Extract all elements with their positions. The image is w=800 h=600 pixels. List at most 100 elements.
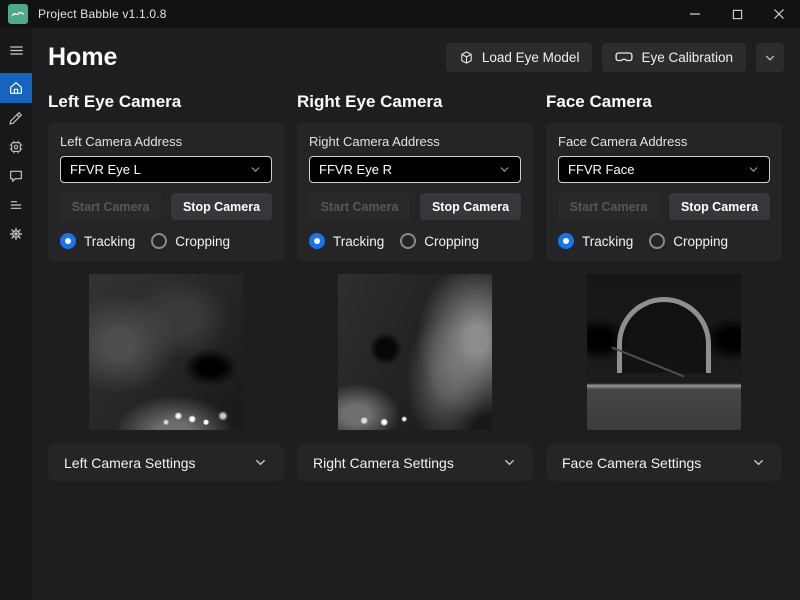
chevron-down-icon <box>498 163 511 176</box>
stop-camera-button[interactable]: Stop Camera <box>669 193 770 220</box>
right-eye-column: Right Eye Camera Right Camera Address FF… <box>297 86 533 481</box>
left-eye-camera-feed <box>89 274 243 430</box>
pencil-icon <box>8 110 24 126</box>
tracking-label: Tracking <box>333 234 384 249</box>
camera-columns: Left Eye Camera Left Camera Address FFVR… <box>48 86 784 481</box>
radio-unselected-icon <box>649 233 665 249</box>
chevron-down-icon <box>747 163 760 176</box>
hamburger-icon <box>8 42 25 59</box>
stop-camera-button[interactable]: Stop Camera <box>420 193 521 220</box>
minimize-icon <box>689 8 701 20</box>
sidebar-item-menu[interactable] <box>0 36 32 65</box>
start-camera-button[interactable]: Start Camera <box>558 193 659 220</box>
tracking-radio-option[interactable]: Tracking <box>558 233 633 249</box>
left-camera-settings-expander[interactable]: Left Camera Settings <box>48 444 284 481</box>
page-title: Home <box>48 43 117 72</box>
cropping-label: Cropping <box>673 234 728 249</box>
camera-address-value: FFVR Eye L <box>70 162 141 177</box>
tracking-label: Tracking <box>582 234 633 249</box>
main-content: Home Load Eye Model Eye Calibration <box>32 28 800 600</box>
list-icon <box>8 197 24 213</box>
cube-icon <box>459 50 474 65</box>
goggles-icon <box>615 50 633 65</box>
home-icon <box>8 80 24 96</box>
sidebar-item-feedback[interactable] <box>0 161 32 190</box>
load-eye-model-button[interactable]: Load Eye Model <box>446 43 593 72</box>
chevron-down-icon <box>763 51 777 65</box>
cropping-label: Cropping <box>424 234 479 249</box>
close-icon <box>773 8 785 20</box>
chevron-down-icon <box>751 455 766 470</box>
radio-selected-icon <box>309 233 325 249</box>
column-title: Right Eye Camera <box>297 92 533 112</box>
sidebar-item-home[interactable] <box>0 73 32 103</box>
cropping-radio-option[interactable]: Cropping <box>400 233 479 249</box>
mode-radio-group: Tracking Cropping <box>309 233 521 249</box>
mode-radio-group: Tracking Cropping <box>60 233 272 249</box>
minimize-button[interactable] <box>674 0 716 28</box>
start-camera-button[interactable]: Start Camera <box>309 193 410 220</box>
maximize-button[interactable] <box>716 0 758 28</box>
eye-calibration-button[interactable]: Eye Calibration <box>602 43 746 72</box>
right-camera-settings-expander[interactable]: Right Camera Settings <box>297 444 533 481</box>
radio-unselected-icon <box>400 233 416 249</box>
face-camera-address-select[interactable]: FFVR Face <box>558 156 770 183</box>
tracking-radio-option[interactable]: Tracking <box>60 233 135 249</box>
camera-settings-label: Left Camera Settings <box>64 455 196 471</box>
chevron-down-icon <box>502 455 517 470</box>
chevron-down-icon <box>253 455 268 470</box>
sidebar-item-output[interactable] <box>0 190 32 219</box>
cropping-radio-option[interactable]: Cropping <box>151 233 230 249</box>
app-title: Project Babble v1.1.0.8 <box>38 7 167 21</box>
app-logo <box>8 4 28 24</box>
camera-address-label: Face Camera Address <box>558 134 770 149</box>
tracking-radio-option[interactable]: Tracking <box>309 233 384 249</box>
radio-selected-icon <box>558 233 574 249</box>
face-camera-settings-expander[interactable]: Face Camera Settings <box>546 444 782 481</box>
sidebar-item-settings[interactable] <box>0 219 32 248</box>
chip-icon <box>8 139 24 155</box>
eye-calibration-dropdown-button[interactable] <box>756 43 784 72</box>
start-camera-button[interactable]: Start Camera <box>60 193 161 220</box>
gear-icon <box>8 226 24 242</box>
right-camera-address-select[interactable]: FFVR Eye R <box>309 156 521 183</box>
face-camera-feed <box>587 274 741 430</box>
column-title: Left Eye Camera <box>48 92 284 112</box>
right-camera-card: Right Camera Address FFVR Eye R Start Ca… <box>297 122 533 261</box>
headset-silhouette <box>617 297 711 373</box>
page-header: Home Load Eye Model Eye Calibration <box>48 43 784 72</box>
cropping-label: Cropping <box>175 234 230 249</box>
camera-settings-label: Right Camera Settings <box>313 455 454 471</box>
left-eye-column: Left Eye Camera Left Camera Address FFVR… <box>48 86 284 481</box>
chat-icon <box>8 168 24 184</box>
radio-selected-icon <box>60 233 76 249</box>
titlebar: Project Babble v1.1.0.8 <box>0 0 800 28</box>
camera-address-label: Right Camera Address <box>309 134 521 149</box>
babble-face-logo <box>10 6 26 22</box>
column-title: Face Camera <box>546 92 782 112</box>
right-eye-camera-feed <box>338 274 492 430</box>
camera-address-label: Left Camera Address <box>60 134 272 149</box>
chevron-down-icon <box>249 163 262 176</box>
sidebar-item-calibration[interactable] <box>0 103 32 132</box>
sidebar-item-algorithm[interactable] <box>0 132 32 161</box>
left-camera-card: Left Camera Address FFVR Eye L Start Cam… <box>48 122 284 261</box>
close-button[interactable] <box>758 0 800 28</box>
load-eye-model-label: Load Eye Model <box>482 50 580 65</box>
mode-radio-group: Tracking Cropping <box>558 233 770 249</box>
camera-button-row: Start Camera Stop Camera <box>558 193 770 220</box>
radio-unselected-icon <box>151 233 167 249</box>
camera-settings-label: Face Camera Settings <box>562 455 701 471</box>
sidebar <box>0 28 32 600</box>
window-controls <box>674 0 800 28</box>
camera-button-row: Start Camera Stop Camera <box>309 193 521 220</box>
camera-address-value: FFVR Eye R <box>319 162 392 177</box>
cropping-radio-option[interactable]: Cropping <box>649 233 728 249</box>
tracking-label: Tracking <box>84 234 135 249</box>
header-actions: Load Eye Model Eye Calibration <box>446 43 784 72</box>
eye-calibration-label: Eye Calibration <box>641 50 733 65</box>
face-camera-card: Face Camera Address FFVR Face Start Came… <box>546 122 782 261</box>
stop-camera-button[interactable]: Stop Camera <box>171 193 272 220</box>
camera-button-row: Start Camera Stop Camera <box>60 193 272 220</box>
left-camera-address-select[interactable]: FFVR Eye L <box>60 156 272 183</box>
